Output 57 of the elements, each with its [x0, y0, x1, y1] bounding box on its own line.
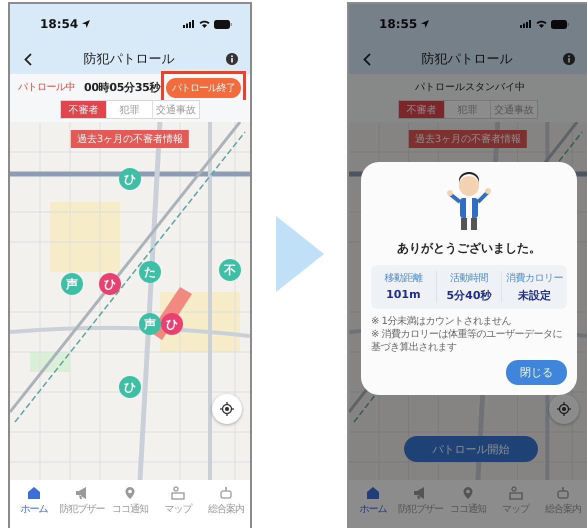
close-button[interactable]: 閉じる [506, 360, 567, 385]
nav-tab[interactable]: マップ [154, 486, 202, 516]
end-patrol-button[interactable]: パトロール終了 [166, 78, 241, 98]
location-arrow-icon [82, 20, 90, 28]
nav-tab[interactable]: マップ [492, 486, 540, 516]
home-icon [27, 486, 41, 500]
stat-value: 101m [386, 288, 421, 301]
map-person-icon [508, 486, 523, 500]
robot-icon [219, 486, 233, 500]
thanks-message: ありがとうございました。 [397, 240, 541, 257]
screen-title: 防犯パトロール [84, 51, 174, 68]
crosshair-icon [557, 402, 571, 416]
stat-label: 消費カロリー [506, 272, 564, 285]
map-banner: 過去3ヶ月の不審者情報 [70, 130, 190, 148]
wifi-icon [536, 20, 547, 28]
signal-icon [183, 20, 195, 28]
map-person-icon [171, 486, 185, 500]
location-arrow-icon [421, 20, 430, 28]
megaphone-icon [75, 486, 89, 500]
note-text: ※ 1分未満はカウントされません [371, 315, 512, 328]
category-tab[interactable]: 不審者 [399, 101, 445, 118]
battery-icon [551, 20, 569, 28]
info-icon[interactable] [226, 53, 238, 65]
nav-tab[interactable]: ココ通知 [444, 486, 492, 516]
stat-label: 活動時間 [450, 272, 488, 285]
battery-icon [214, 20, 232, 28]
wifi-icon [199, 20, 210, 28]
map-banner: 過去3ヶ月の不審者情報 [408, 130, 528, 148]
robot-icon [556, 486, 570, 500]
home-icon [366, 486, 380, 500]
signal-icon [520, 20, 532, 28]
info-icon[interactable] [563, 53, 575, 65]
nav-tab[interactable]: 総合案内 [539, 486, 587, 516]
start-patrol-button[interactable]: パトロール開始 [404, 436, 538, 462]
note-text: ※ 消費カロリーは体重等のユーザーデータに基づき算出されます [371, 328, 564, 354]
status-time: 18:55 [379, 17, 418, 31]
stat-value: 5分40秒 [446, 288, 492, 303]
crosshair-icon [220, 402, 234, 416]
category-tab[interactable]: 不審者 [61, 101, 107, 118]
map-pin-icon [123, 486, 137, 500]
patrol-status: パトロールスタンバイ中 [415, 80, 525, 94]
nav-tab[interactable]: ホーム [349, 486, 397, 516]
stat-value: 未設定 [518, 288, 552, 303]
nav-tab[interactable]: ホーム [10, 486, 58, 516]
nav-tab[interactable]: 防犯ブザー [58, 486, 106, 516]
stat-label: 移動距離 [384, 272, 422, 285]
screen-title: 防犯パトロール [422, 51, 512, 68]
nav-tab[interactable]: 総合案内 [202, 486, 250, 516]
nav-tab[interactable]: 防犯ブザー [396, 486, 444, 516]
map-pin-icon [460, 486, 475, 500]
patrol-status: パトロール中 [18, 80, 76, 94]
back-icon[interactable] [24, 52, 32, 66]
patrol-timer: 00時05分35秒 [84, 80, 161, 94]
mascot-drawing [446, 172, 492, 232]
status-time: 18:54 [40, 17, 78, 31]
arrow-icon [276, 216, 324, 292]
nav-tab[interactable]: ココ通知 [106, 486, 154, 516]
